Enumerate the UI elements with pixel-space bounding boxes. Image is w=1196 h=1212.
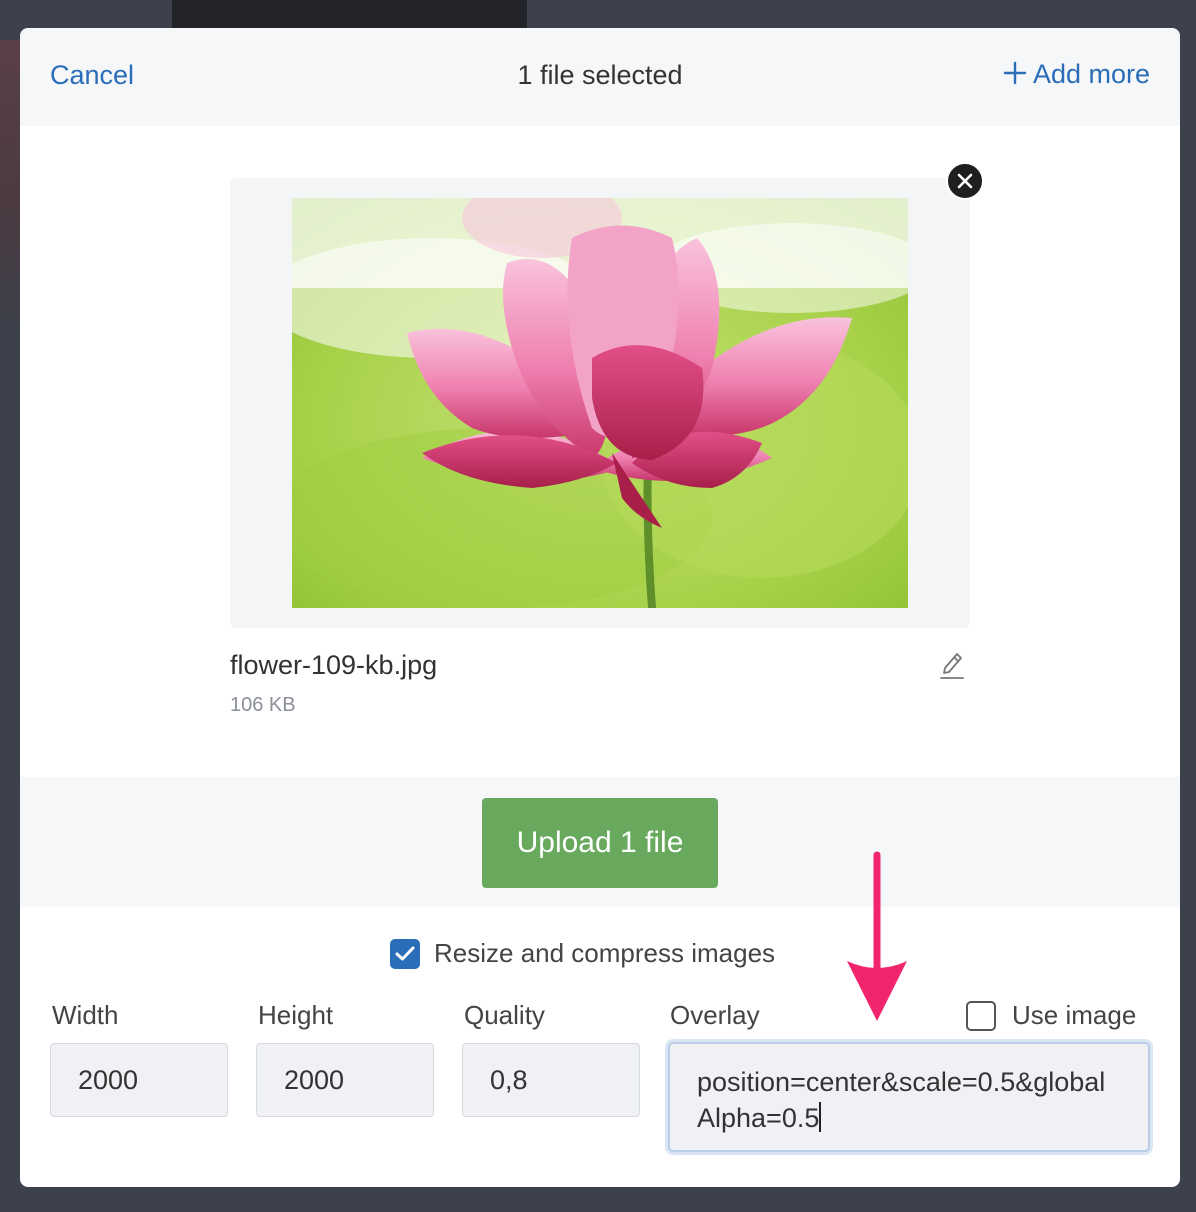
quality-label: Quality — [464, 1000, 545, 1030]
checkmark-icon — [395, 946, 415, 960]
use-image-label: Use image — [1012, 1000, 1137, 1030]
text-caret — [819, 1102, 822, 1132]
add-more-label: Add more — [1032, 58, 1150, 89]
add-more-button[interactable]: Add more — [1003, 58, 1150, 90]
remove-file-button[interactable] — [946, 162, 984, 200]
backdrop-left-edge — [0, 40, 20, 330]
resize-option: Resize and compress images — [390, 938, 775, 969]
file-size: 106 KB — [230, 694, 296, 716]
overlay-input-text: position=center&scale=0.5&globalAlpha=0.… — [697, 1067, 1106, 1133]
upload-button[interactable]: Upload 1 file — [482, 798, 718, 888]
height-label: Height — [258, 1000, 334, 1030]
width-label: Width — [52, 1000, 119, 1030]
lotus-flower-image — [292, 198, 908, 608]
edit-pencil-icon[interactable] — [939, 648, 965, 680]
file-thumbnail — [292, 198, 908, 608]
overlay-label: Overlay — [670, 1000, 760, 1030]
plus-icon — [1003, 58, 1027, 90]
use-image-checkbox[interactable] — [966, 1000, 996, 1031]
use-image-option: Use image — [966, 1000, 1136, 1031]
overlay-input[interactable]: position=center&scale=0.5&globalAlpha=0.… — [668, 1042, 1150, 1152]
backdrop-window-strip — [172, 0, 527, 28]
upload-dialog: Cancel 1 file selected Add more flower-1… — [20, 28, 1180, 1187]
upload-footer: Upload 1 file — [20, 777, 1180, 907]
file-name: flower-109-kb.jpg — [230, 650, 438, 680]
width-input[interactable]: 2000 — [50, 1043, 228, 1117]
height-input[interactable]: 2000 — [256, 1043, 434, 1117]
resize-checkbox[interactable] — [390, 938, 420, 969]
quality-input[interactable]: 0,8 — [462, 1043, 640, 1117]
file-preview-card — [230, 178, 970, 628]
close-icon — [957, 173, 973, 189]
dialog-header: Cancel 1 file selected Add more — [20, 28, 1180, 126]
annotation-arrow-icon — [847, 851, 907, 1021]
resize-label: Resize and compress images — [434, 938, 776, 968]
